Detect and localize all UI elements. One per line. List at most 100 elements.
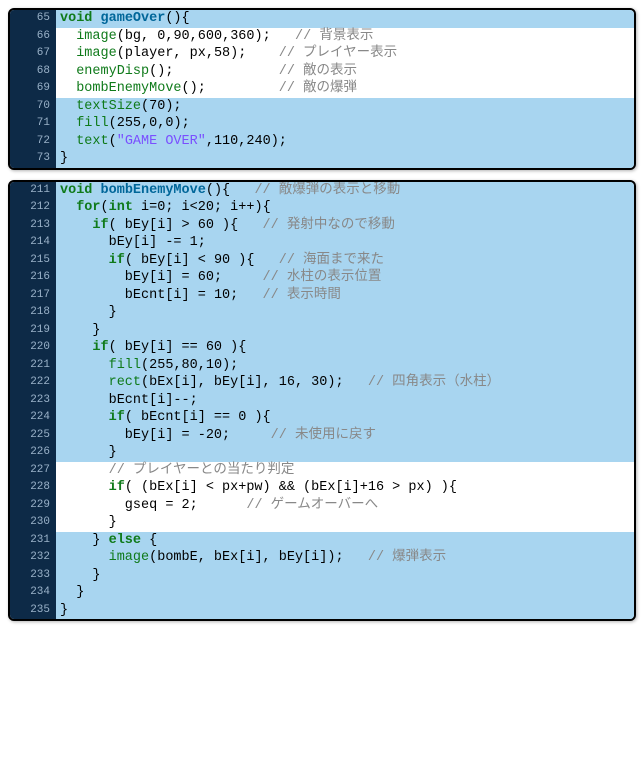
line-number-gutter: 215 [10,252,56,270]
line-number-gutter: 67 [10,45,56,63]
line-number-gutter: 66 [10,28,56,46]
line-number-gutter: 73 [10,150,56,168]
code-line[interactable]: 68 enemyDisp(); // 敵の表示 [10,63,634,81]
code-line[interactable]: 216 bEy[i] = 60; // 水柱の表示位置 [10,269,634,287]
code-line[interactable]: 72 text("GAME OVER",110,240); [10,133,634,151]
code-content[interactable]: image(bombE, bEx[i], bEy[i]); // 爆弾表示 [56,549,634,567]
line-number-gutter: 223 [10,392,56,410]
line-number-gutter: 231 [10,532,56,550]
line-number-gutter: 65 [10,10,56,28]
code-content[interactable]: } [56,514,634,532]
line-number-gutter: 216 [10,269,56,287]
code-line[interactable]: 227 // プレイヤーとの当たり判定 [10,462,634,480]
line-number-gutter: 222 [10,374,56,392]
code-line[interactable]: 67 image(player, px,58); // プレイヤー表示 [10,45,634,63]
code-line[interactable]: 219 } [10,322,634,340]
code-line[interactable]: 221 fill(255,80,10); [10,357,634,375]
code-line[interactable]: 217 bEcnt[i] = 10; // 表示時間 [10,287,634,305]
line-number-gutter: 218 [10,304,56,322]
code-content[interactable]: if( (bEx[i] < px+pw) && (bEx[i]+16 > px)… [56,479,634,497]
code-content[interactable]: for(int i=0; i<20; i++){ [56,199,634,217]
code-content[interactable]: if( bEy[i] == 60 ){ [56,339,634,357]
code-content[interactable]: bombEnemyMove(); // 敵の爆弾 [56,80,634,98]
line-number-gutter: 212 [10,199,56,217]
code-line[interactable]: 223 bEcnt[i]--; [10,392,634,410]
code-line[interactable]: 69 bombEnemyMove(); // 敵の爆弾 [10,80,634,98]
code-line[interactable]: 220 if( bEy[i] == 60 ){ [10,339,634,357]
line-number-gutter: 213 [10,217,56,235]
code-line[interactable]: 66 image(bg, 0,90,600,360); // 背景表示 [10,28,634,46]
code-line[interactable]: 70 textSize(70); [10,98,634,116]
code-line[interactable]: 233 } [10,567,634,585]
code-content[interactable]: } [56,304,634,322]
code-line[interactable]: 212 for(int i=0; i<20; i++){ [10,199,634,217]
code-content[interactable]: image(bg, 0,90,600,360); // 背景表示 [56,28,634,46]
code-content[interactable]: } [56,322,634,340]
line-number-gutter: 217 [10,287,56,305]
code-content[interactable]: if( bEcnt[i] == 0 ){ [56,409,634,427]
code-content[interactable]: } [56,584,634,602]
line-number-gutter: 225 [10,427,56,445]
code-line[interactable]: 214 bEy[i] -= 1; [10,234,634,252]
code-line[interactable]: 215 if( bEy[i] < 90 ){ // 海面まで来た [10,252,634,270]
code-content[interactable]: void bombEnemyMove(){ // 敵爆弾の表示と移動 [56,182,634,200]
line-number-gutter: 69 [10,80,56,98]
code-content[interactable]: image(player, px,58); // プレイヤー表示 [56,45,634,63]
code-block-1: 65void gameOver(){66 image(bg, 0,90,600,… [8,8,636,170]
line-number-gutter: 233 [10,567,56,585]
code-line[interactable]: 232 image(bombE, bEx[i], bEy[i]); // 爆弾表… [10,549,634,567]
code-content[interactable]: fill(255,0,0); [56,115,634,133]
code-content[interactable]: } [56,444,634,462]
code-content[interactable]: enemyDisp(); // 敵の表示 [56,63,634,81]
code-content[interactable]: bEy[i] -= 1; [56,234,634,252]
code-content[interactable]: bEcnt[i]--; [56,392,634,410]
code-line[interactable]: 228 if( (bEx[i] < px+pw) && (bEx[i]+16 >… [10,479,634,497]
line-number-gutter: 228 [10,479,56,497]
code-line[interactable]: 231 } else { [10,532,634,550]
code-line[interactable]: 211void bombEnemyMove(){ // 敵爆弾の表示と移動 [10,182,634,200]
code-content[interactable]: } [56,567,634,585]
code-content[interactable]: gseq = 2; // ゲームオーバーへ [56,497,634,515]
line-number-gutter: 232 [10,549,56,567]
code-content[interactable]: bEcnt[i] = 10; // 表示時間 [56,287,634,305]
code-content[interactable]: if( bEy[i] < 90 ){ // 海面まで来た [56,252,634,270]
line-number-gutter: 214 [10,234,56,252]
code-content[interactable]: } else { [56,532,634,550]
code-line[interactable]: 71 fill(255,0,0); [10,115,634,133]
code-line[interactable]: 65void gameOver(){ [10,10,634,28]
code-content[interactable]: // プレイヤーとの当たり判定 [56,462,634,480]
line-number-gutter: 235 [10,602,56,620]
code-content[interactable]: text("GAME OVER",110,240); [56,133,634,151]
code-line[interactable]: 224 if( bEcnt[i] == 0 ){ [10,409,634,427]
code-content[interactable]: rect(bEx[i], bEy[i], 16, 30); // 四角表示（水柱… [56,374,634,392]
code-content[interactable]: bEy[i] = -20; // 未使用に戻す [56,427,634,445]
code-content[interactable]: } [56,602,634,620]
line-number-gutter: 219 [10,322,56,340]
code-content[interactable]: fill(255,80,10); [56,357,634,375]
line-number-gutter: 220 [10,339,56,357]
code-line[interactable]: 234 } [10,584,634,602]
code-content[interactable]: if( bEy[i] > 60 ){ // 発射中なので移動 [56,217,634,235]
code-line[interactable]: 73} [10,150,634,168]
line-number-gutter: 230 [10,514,56,532]
line-number-gutter: 68 [10,63,56,81]
code-line[interactable]: 226 } [10,444,634,462]
code-line[interactable]: 235} [10,602,634,620]
line-number-gutter: 224 [10,409,56,427]
code-content[interactable]: textSize(70); [56,98,634,116]
line-number-gutter: 234 [10,584,56,602]
code-line[interactable]: 225 bEy[i] = -20; // 未使用に戻す [10,427,634,445]
line-number-gutter: 72 [10,133,56,151]
code-content[interactable]: bEy[i] = 60; // 水柱の表示位置 [56,269,634,287]
code-content[interactable]: } [56,150,634,168]
line-number-gutter: 211 [10,182,56,200]
code-block-2: 211void bombEnemyMove(){ // 敵爆弾の表示と移動212… [8,180,636,622]
code-line[interactable]: 229 gseq = 2; // ゲームオーバーへ [10,497,634,515]
line-number-gutter: 229 [10,497,56,515]
code-line[interactable]: 213 if( bEy[i] > 60 ){ // 発射中なので移動 [10,217,634,235]
code-line[interactable]: 230 } [10,514,634,532]
code-content[interactable]: void gameOver(){ [56,10,634,28]
code-line[interactable]: 218 } [10,304,634,322]
line-number-gutter: 221 [10,357,56,375]
code-line[interactable]: 222 rect(bEx[i], bEy[i], 16, 30); // 四角表… [10,374,634,392]
